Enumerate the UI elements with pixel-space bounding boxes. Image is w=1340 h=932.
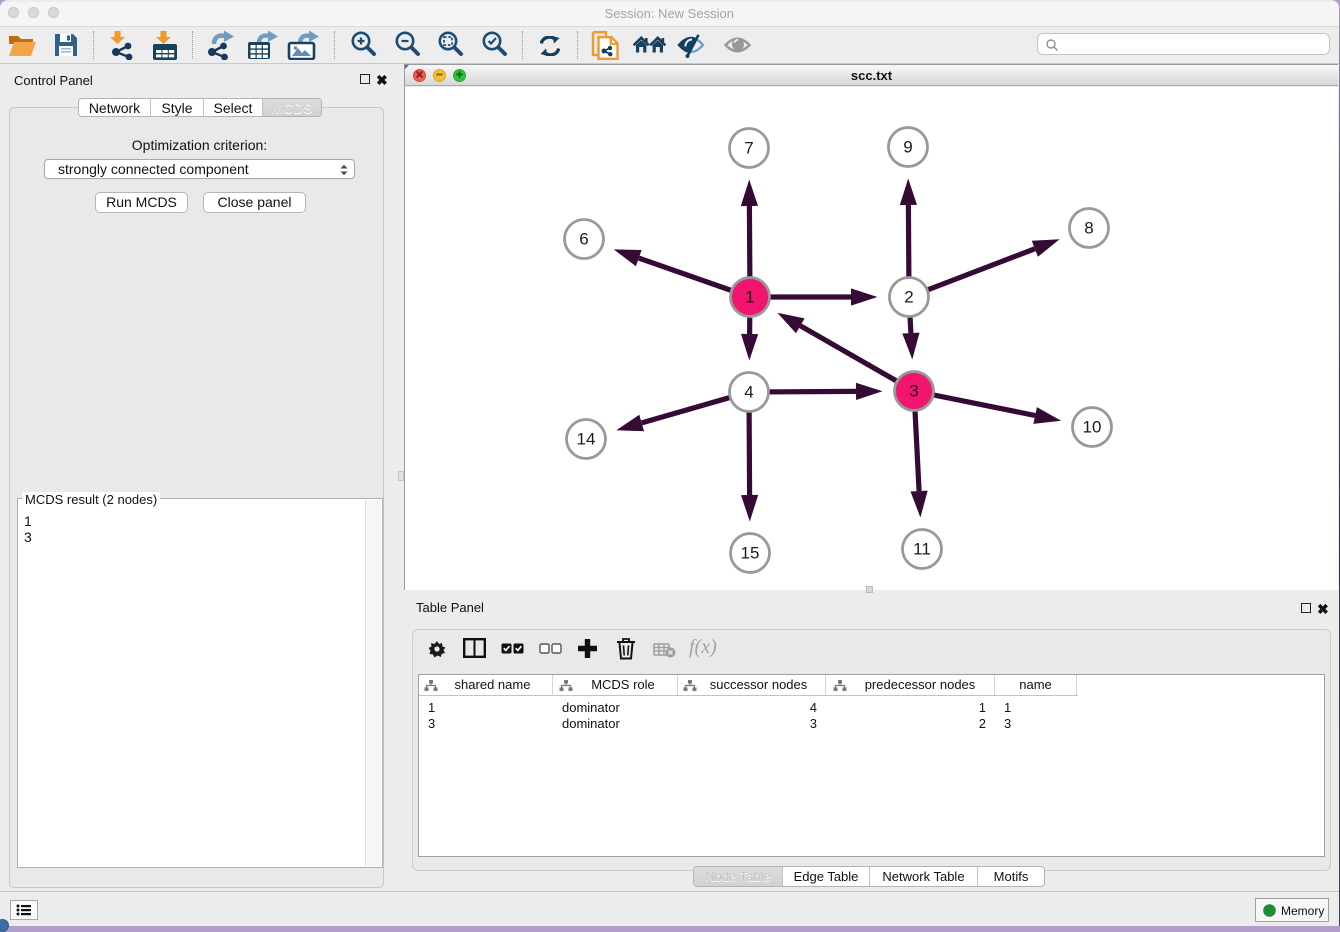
svg-text:10: 10 [1083, 418, 1102, 437]
svg-text:8: 8 [1084, 219, 1093, 238]
svg-text:14: 14 [577, 430, 596, 449]
svg-text:1: 1 [745, 288, 754, 307]
svg-text:2: 2 [904, 288, 913, 307]
svg-text:3: 3 [909, 382, 918, 401]
svg-text:11: 11 [913, 540, 931, 559]
svg-text:4: 4 [744, 383, 753, 402]
svg-text:9: 9 [903, 138, 912, 157]
svg-text:7: 7 [744, 139, 753, 158]
svg-text:15: 15 [741, 544, 760, 563]
svg-text:6: 6 [579, 230, 588, 249]
